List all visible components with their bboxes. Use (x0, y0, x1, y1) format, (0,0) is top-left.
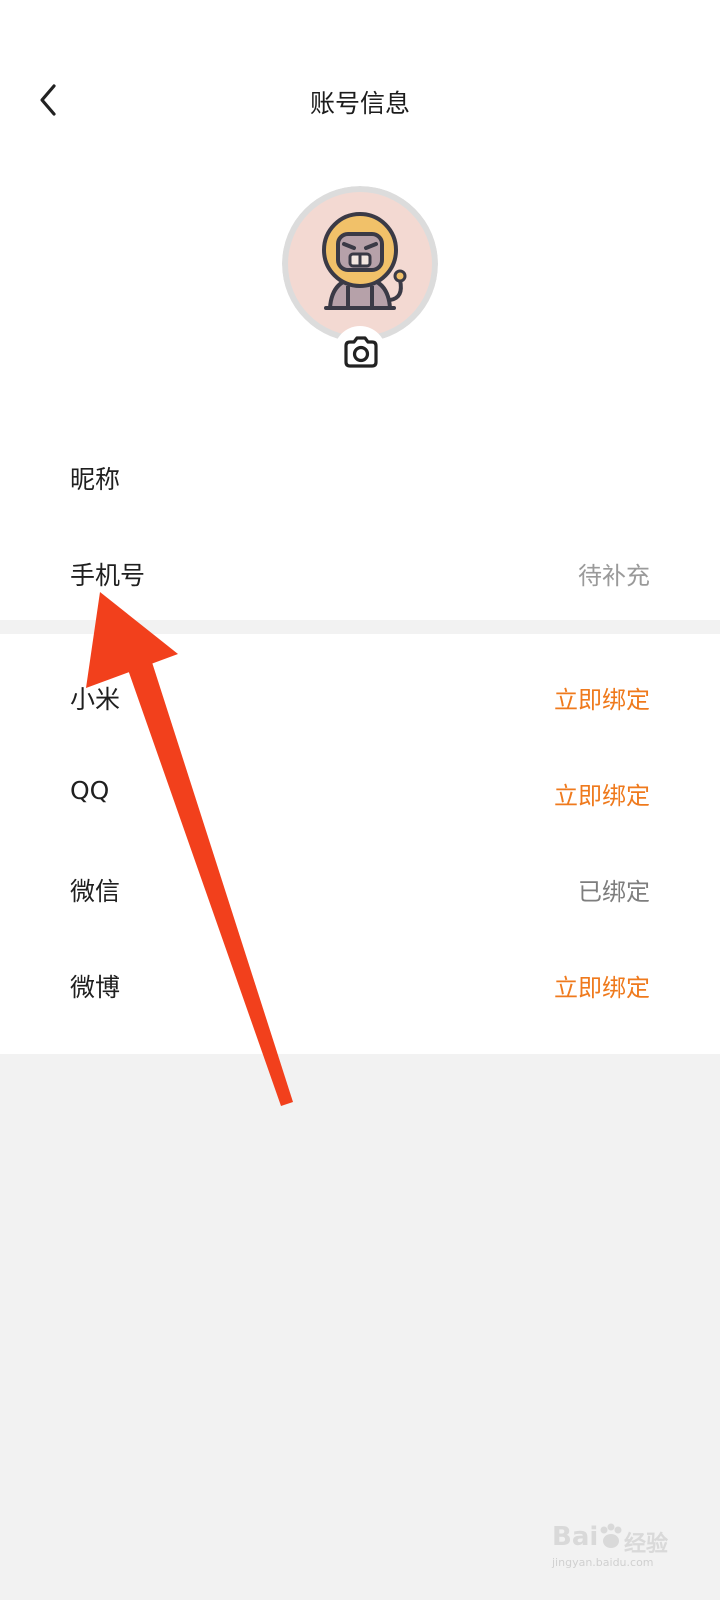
bind-row-qq[interactable]: QQ 立即绑定 (0, 762, 720, 822)
lion-avatar-icon (282, 186, 438, 342)
bind-row-wechat[interactable]: 微信 已绑定 (0, 858, 720, 918)
xiaomi-label: 小米 (70, 685, 121, 714)
xiaomi-bind-link[interactable]: 立即绑定 (554, 680, 650, 715)
watermark-brand: Bai (552, 1522, 599, 1552)
change-avatar-button[interactable] (334, 326, 386, 378)
nickname-row[interactable]: 昵称 (0, 446, 720, 506)
wechat-label: 微信 (70, 877, 121, 906)
camera-icon (344, 336, 378, 368)
qq-bind-link[interactable]: 立即绑定 (554, 776, 650, 811)
phone-value: 待补充 (578, 562, 650, 590)
phone-label: 手机号 (70, 561, 146, 590)
weibo-label: 微博 (70, 973, 121, 1002)
watermark: Bai 经验 jingyan.baidu.com (552, 1522, 692, 1582)
watermark-brand2: 经验 (624, 1532, 669, 1557)
watermark-url: jingyan.baidu.com (552, 1556, 654, 1569)
phone-row[interactable]: 手机号 待补充 (0, 542, 720, 602)
bind-row-xiaomi[interactable]: 小米 立即绑定 (0, 666, 720, 726)
page-title: 账号信息 (309, 89, 410, 118)
weibo-bind-link[interactable]: 立即绑定 (554, 968, 650, 1003)
bind-row-weibo[interactable]: 微博 立即绑定 (0, 954, 720, 1014)
qq-label: QQ (70, 776, 110, 805)
avatar[interactable] (282, 186, 438, 342)
nickname-label: 昵称 (70, 465, 121, 494)
wechat-bound-status: 已绑定 (578, 878, 650, 906)
paw-icon (600, 1523, 622, 1548)
